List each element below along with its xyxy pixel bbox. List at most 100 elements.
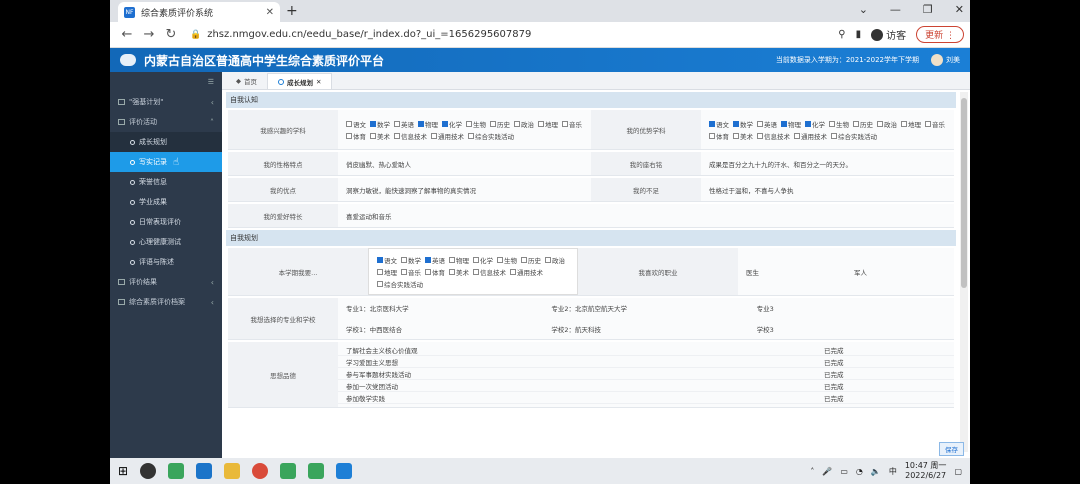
tab-growth-plan[interactable]: 成长规划 ✕ (267, 73, 333, 89)
subject-checkbox[interactable]: 体育 (346, 131, 366, 141)
chevron-down-icon[interactable]: ⌄ (859, 3, 868, 16)
plan-checkbox-list[interactable]: 语文 数学 英语 物理 化学 生物 历史 政治地理 音乐 体育 美术 信息技术 通用技术综合实践活动 (368, 248, 578, 295)
career-field-2[interactable]: 军人 (846, 248, 954, 295)
subject-checkbox[interactable]: 化学 (473, 255, 493, 265)
subject-checkbox[interactable]: 体育 (425, 267, 445, 277)
subject-checkbox[interactable]: 综合实践活动 (468, 131, 514, 141)
subject-checkbox[interactable]: 政治 (545, 255, 565, 265)
tab-home[interactable]: ◆ 首页 (226, 73, 267, 89)
subject-checkbox[interactable]: 综合实践活动 (831, 131, 877, 141)
sidebar-item-archive[interactable]: 综合素质评价档案 ‹ (110, 292, 222, 312)
subject-checkbox[interactable]: 物理 (449, 255, 469, 265)
subject-checkbox[interactable]: 物理 (781, 119, 801, 129)
minimize-icon[interactable]: — (890, 3, 901, 16)
forward-icon[interactable]: → (138, 27, 160, 42)
app-icon[interactable] (336, 463, 353, 479)
school-1[interactable]: 学校1：中西医结合 (338, 324, 543, 334)
tab-close-icon[interactable]: ✕ (316, 78, 321, 86)
back-icon[interactable]: ← (116, 27, 138, 42)
content-scrollbar[interactable] (960, 92, 968, 452)
subject-checkbox[interactable]: 信息技术 (394, 131, 427, 141)
subject-checkbox[interactable]: 数学 (733, 119, 753, 129)
subject-checkbox[interactable]: 语文 (709, 119, 729, 129)
chevron-up-icon[interactable]: ˄ (810, 467, 814, 476)
subject-checkbox[interactable]: 语文 (377, 255, 397, 265)
subject-checkbox[interactable]: 数学 (370, 119, 390, 129)
file-explorer-icon[interactable] (224, 463, 241, 479)
career-field-1[interactable]: 医生 (738, 248, 846, 295)
save-button[interactable]: 保存 (939, 442, 964, 456)
character-field[interactable]: 俏皮幽默、热心爱助人 (338, 152, 591, 175)
zoom-icon[interactable]: ⚲ (838, 29, 845, 40)
app-icon[interactable] (308, 463, 325, 479)
network-icon[interactable]: ◔ (856, 467, 863, 476)
subject-checkbox[interactable]: 政治 (514, 119, 534, 129)
close-window-icon[interactable]: ✕ (955, 3, 964, 16)
subject-checkbox[interactable]: 信息技术 (473, 267, 506, 277)
motto-field[interactable]: 成果是百分之九十九的汗水、和百分之一的天分。 (701, 152, 954, 175)
volume-icon[interactable]: 🔈 (871, 467, 881, 476)
major-3[interactable]: 专业3 (749, 303, 954, 313)
major-2[interactable]: 专业2：北京航空航天大学 (543, 303, 748, 313)
subject-checkbox[interactable]: 综合实践活动 (377, 279, 423, 289)
sidebar-item-results[interactable]: 评价结果 ‹ (110, 272, 222, 292)
sidebar-item-qiangji[interactable]: "强基计划" ‹ (110, 92, 222, 112)
subject-checkbox[interactable]: 化学 (442, 119, 462, 129)
subject-checkbox[interactable]: 物理 (418, 119, 438, 129)
subject-checkbox[interactable]: 音乐 (562, 119, 582, 129)
reload-icon[interactable]: ↻ (160, 27, 182, 42)
sidebar-sub-records[interactable]: 写实记录 ☝ (110, 152, 222, 172)
subject-checkbox[interactable]: 音乐 (401, 267, 421, 277)
sidebar-sub-growth-plan[interactable]: 成长规划 (110, 132, 222, 152)
subject-checkbox[interactable]: 语文 (346, 119, 366, 129)
update-button[interactable]: 更新 ⋮ (916, 26, 964, 43)
subject-checkbox[interactable]: 体育 (709, 131, 729, 141)
sidebar-sub-daily[interactable]: 日常表现评价 (110, 212, 222, 232)
major-1[interactable]: 专业1：北京医科大学 (338, 303, 543, 313)
notification-icon[interactable]: ▢ (954, 467, 962, 476)
profile-button[interactable]: 访客 (871, 27, 906, 42)
battery-icon[interactable]: ▭ (840, 467, 848, 476)
sidebar-sub-honors[interactable]: 荣誉信息 (110, 172, 222, 192)
subject-checkbox[interactable]: 政治 (877, 119, 897, 129)
windows-start-icon[interactable]: ⊞ (118, 464, 128, 478)
subject-checkbox[interactable]: 地理 (377, 267, 397, 277)
menu-toggle-icon[interactable]: ☰ (110, 72, 222, 92)
subject-checkbox[interactable]: 地理 (538, 119, 558, 129)
subject-checkbox[interactable]: 生物 (497, 255, 517, 265)
subject-checkbox[interactable]: 音乐 (925, 119, 945, 129)
ie-icon[interactable] (196, 463, 213, 479)
subject-checkbox[interactable]: 数学 (401, 255, 421, 265)
ime-icon[interactable]: 中 (889, 466, 897, 477)
microphone-icon[interactable]: 🎤 (822, 467, 832, 476)
subject-checkbox[interactable]: 生物 (466, 119, 486, 129)
restore-icon[interactable]: ❐ (923, 3, 933, 16)
app-icon[interactable] (168, 463, 185, 479)
browser-tab[interactable]: NF 综合素质评价系统 ✕ (118, 2, 280, 22)
subject-checkbox[interactable]: 通用技术 (510, 267, 543, 277)
subject-checkbox[interactable]: 化学 (805, 119, 825, 129)
subject-checkbox[interactable]: 生物 (829, 119, 849, 129)
url-field[interactable]: 🔒 zhsz.nmgov.edu.cn/eedu_base/r_index.do… (190, 29, 838, 40)
sidebar-sub-academics[interactable]: 学业成果 (110, 192, 222, 212)
subject-checkbox[interactable]: 历史 (521, 255, 541, 265)
sidebar-toggle-icon[interactable]: ▮ (856, 29, 862, 40)
school-3[interactable]: 学校3 (749, 324, 954, 334)
task-view-icon[interactable] (140, 463, 157, 479)
subject-checkbox[interactable]: 信息技术 (757, 131, 790, 141)
sidebar-sub-comments[interactable]: 评语与陈述 (110, 252, 222, 272)
subject-checkbox[interactable]: 美术 (449, 267, 469, 277)
app-icon[interactable] (280, 463, 297, 479)
weakness-field[interactable]: 性格过于温和，不喜与人争执 (701, 178, 954, 201)
school-2[interactable]: 学校2：航天科技 (543, 324, 748, 334)
subject-checkbox[interactable]: 历史 (853, 119, 873, 129)
subject-checkbox[interactable]: 英语 (425, 255, 445, 265)
sidebar-sub-mental[interactable]: 心理健康测试 (110, 232, 222, 252)
hobby-field[interactable]: 喜爱运动和音乐 (338, 204, 954, 227)
merit-field[interactable]: 洞察力敏锐，能快速洞察了解事物的真实情况 (338, 178, 591, 201)
sidebar-item-evaluation[interactable]: 评价活动 ˄ (110, 112, 222, 132)
subject-checkbox[interactable]: 英语 (394, 119, 414, 129)
subject-checkbox[interactable]: 英语 (757, 119, 777, 129)
chrome-icon[interactable] (252, 463, 269, 479)
user-menu[interactable]: 刘美 (931, 54, 960, 66)
